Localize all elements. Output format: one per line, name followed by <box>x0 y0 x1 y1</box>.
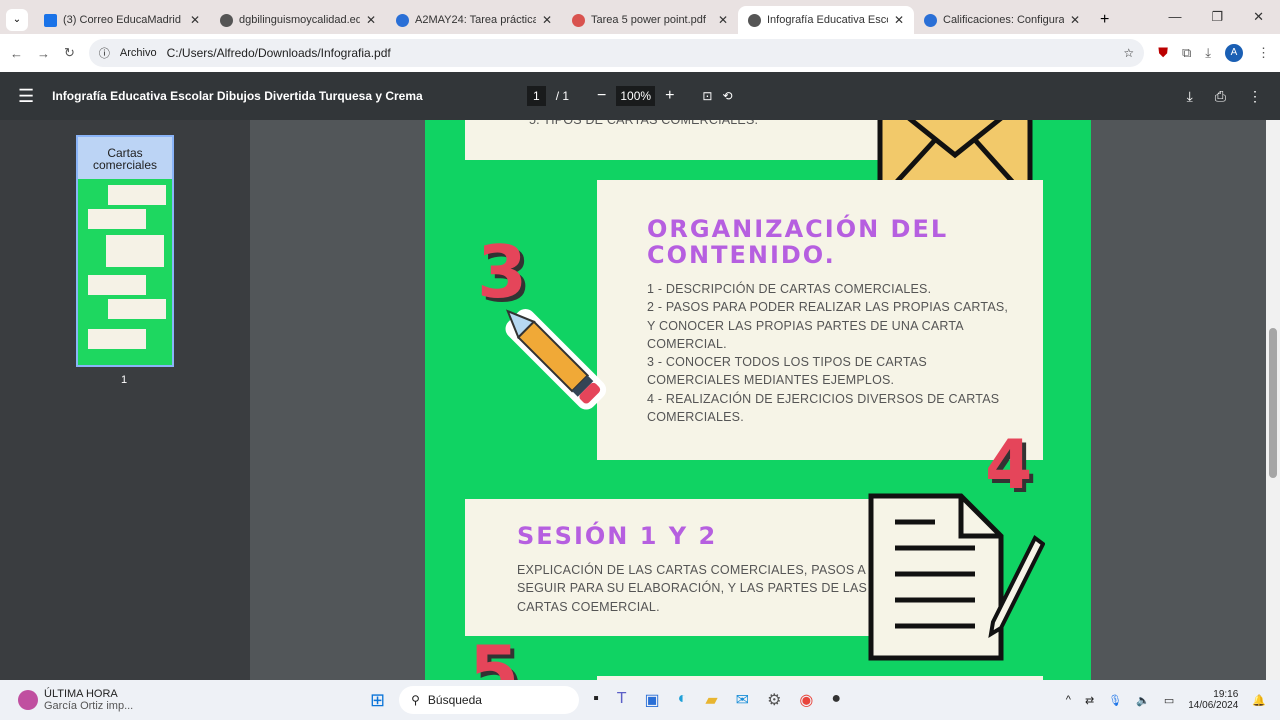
close-icon[interactable]: ✕ <box>718 13 728 27</box>
tray-chevron-icon[interactable]: ^ <box>1066 694 1071 706</box>
battery-icon[interactable]: ▭ <box>1164 694 1174 707</box>
close-window-button[interactable]: ✕ <box>1253 9 1264 25</box>
ublock-extension-icon[interactable]: ⛊ <box>1158 45 1168 61</box>
chrome-icon[interactable]: ◉ <box>799 690 813 710</box>
reload-button[interactable]: ↻ <box>64 45 75 61</box>
settings-icon[interactable]: ⚙ <box>767 690 781 710</box>
tab-strip: ⌄ (3) Correo EducaMadrid ✕ dgbilinguismoy… <box>0 0 1280 34</box>
tab-calificaciones[interactable]: Calificaciones: Configuración✕ <box>914 6 1090 34</box>
section-4-card: SESIÓN 1 Y 2 EXPLICACIÓN DE LAS CARTAS C… <box>465 499 885 636</box>
search-icon: ⚲ <box>411 693 420 707</box>
tab-dgbilinguismo[interactable]: dgbilinguismoycalidad.edu ✕ <box>210 6 386 34</box>
pdf-icon <box>572 13 585 27</box>
download-pdf-icon[interactable]: ⤓ <box>1187 88 1193 105</box>
pdf-toolbar: ☰ Infografía Educativa Escolar Dibujos D… <box>0 72 1280 120</box>
network-icon[interactable]: ⇄ <box>1085 694 1094 707</box>
pencil-icon <box>505 308 607 410</box>
bookmark-star-icon[interactable]: ☆ <box>1123 46 1134 60</box>
section-3-card: ORGANIZACIÓN DEL CONTENIDO. 1 - DESCRIPC… <box>597 180 1043 460</box>
moodle-icon <box>396 13 409 27</box>
scrollbar-thumb[interactable] <box>1269 328 1277 478</box>
restore-button[interactable]: ❐ <box>1211 9 1223 25</box>
info-icon: ⓘ <box>98 48 110 60</box>
extensions-icon[interactable]: ⧉ <box>1182 45 1191 61</box>
previous-section-card: 5. TIPOS DE CARTAS COMERCIALES. <box>465 120 885 160</box>
step-number-5: 5 <box>469 630 520 680</box>
rotate-icon[interactable]: ⟲ <box>722 89 732 103</box>
page-number-input[interactable]: 1 <box>527 86 546 106</box>
windows-taskbar: ÚLTIMA HORA García Ortiz imp... ⊞ ⚲ Búsque… <box>0 680 1280 720</box>
section-3-body: 1 - DESCRIPCIÓN DE CARTAS COMERCIALES. 2… <box>647 282 1009 425</box>
zoom-input[interactable]: 100% <box>616 86 656 106</box>
zoom-out-button[interactable]: − <box>597 87 606 105</box>
page-thumbnail[interactable]: Cartas comerciales <box>76 135 174 367</box>
vertical-scrollbar[interactable] <box>1266 120 1280 680</box>
back-button[interactable]: ← <box>10 46 23 61</box>
pdf-page: 5. TIPOS DE CARTAS COMERCIALES. ORGANIZA… <box>425 120 1091 680</box>
new-tab-button[interactable]: + <box>1100 11 1109 29</box>
store-icon[interactable]: ▣ <box>645 690 660 710</box>
zoom-in-button[interactable]: + <box>665 87 674 105</box>
teams-icon[interactable]: T <box>617 690 627 710</box>
volume-icon[interactable]: 🔈 <box>1136 694 1150 707</box>
forward-button[interactable]: → <box>37 46 50 61</box>
globe-icon <box>220 13 233 27</box>
download-icon[interactable]: ⤓ <box>1205 45 1211 61</box>
moodle-icon <box>924 13 937 27</box>
tab-infografia[interactable]: Infografía Educativa Escolar✕ <box>738 6 914 34</box>
globe-icon <box>748 13 761 27</box>
microphone-icon[interactable]: 🎙 <box>1108 694 1122 707</box>
taskbar-search[interactable]: ⚲ Búsqueda <box>399 686 580 714</box>
file-explorer-icon[interactable]: ▰ <box>705 690 717 710</box>
news-icon <box>18 690 38 710</box>
close-icon[interactable]: ✕ <box>894 13 904 27</box>
tab-a2may24[interactable]: A2MAY24: Tarea práctica 5 ✕ <box>386 6 562 34</box>
task-view-icon[interactable]: ▪ <box>593 690 599 710</box>
thumbnail-sidebar: Cartas comerciales 1 <box>0 120 250 680</box>
sidebar-menu-icon[interactable]: ☰ <box>18 86 34 107</box>
close-icon[interactable]: ✕ <box>542 13 552 27</box>
obs-icon[interactable]: ● <box>831 690 841 710</box>
more-options-icon[interactable]: ⋮ <box>1248 88 1262 105</box>
mail-icon <box>44 13 57 27</box>
tab-correo[interactable]: (3) Correo EducaMadrid ✕ <box>34 6 210 34</box>
fit-page-icon[interactable]: ⊡ <box>702 89 712 103</box>
edge-icon[interactable]: ◐ <box>678 690 688 710</box>
close-icon[interactable]: ✕ <box>1070 13 1080 27</box>
start-button[interactable]: ⊞ <box>370 690 385 711</box>
minimize-button[interactable]: — <box>1168 9 1181 25</box>
close-icon[interactable]: ✕ <box>190 13 200 27</box>
menu-icon[interactable]: ⋮ <box>1257 45 1270 61</box>
address-bar-row: ← → ↻ ⓘ Archivo C:/Users/Alfredo/Downloa… <box>0 34 1280 72</box>
tab-tarea5[interactable]: Tarea 5 power point.pdf ✕ <box>562 6 738 34</box>
profile-avatar[interactable]: A <box>1225 44 1243 62</box>
document-pencil-icon <box>868 493 1045 661</box>
url-field[interactable]: ⓘ Archivo C:/Users/Alfredo/Downloads/Inf… <box>88 39 1145 67</box>
section-4-title: SESIÓN 1 Y 2 <box>517 522 718 550</box>
clock[interactable]: 19:16 14/06/2024 <box>1188 689 1238 711</box>
news-widget[interactable]: ÚLTIMA HORA García Ortiz imp... <box>0 688 370 712</box>
close-icon[interactable]: ✕ <box>366 13 376 27</box>
section-3-title: ORGANIZACIÓN DEL CONTENIDO. <box>647 215 949 269</box>
section-4-body: EXPLICACIÓN DE LAS CARTAS COMERCIALES, P… <box>517 563 868 614</box>
notifications-icon[interactable]: 🔔 <box>1252 694 1266 707</box>
print-icon[interactable]: ⎙ <box>1215 88 1226 105</box>
mail-app-icon[interactable]: ✉ <box>736 690 749 710</box>
document-title: Infografía Educativa Escolar Dibujos Div… <box>52 89 423 103</box>
tab-search-button[interactable]: ⌄ <box>6 9 28 31</box>
